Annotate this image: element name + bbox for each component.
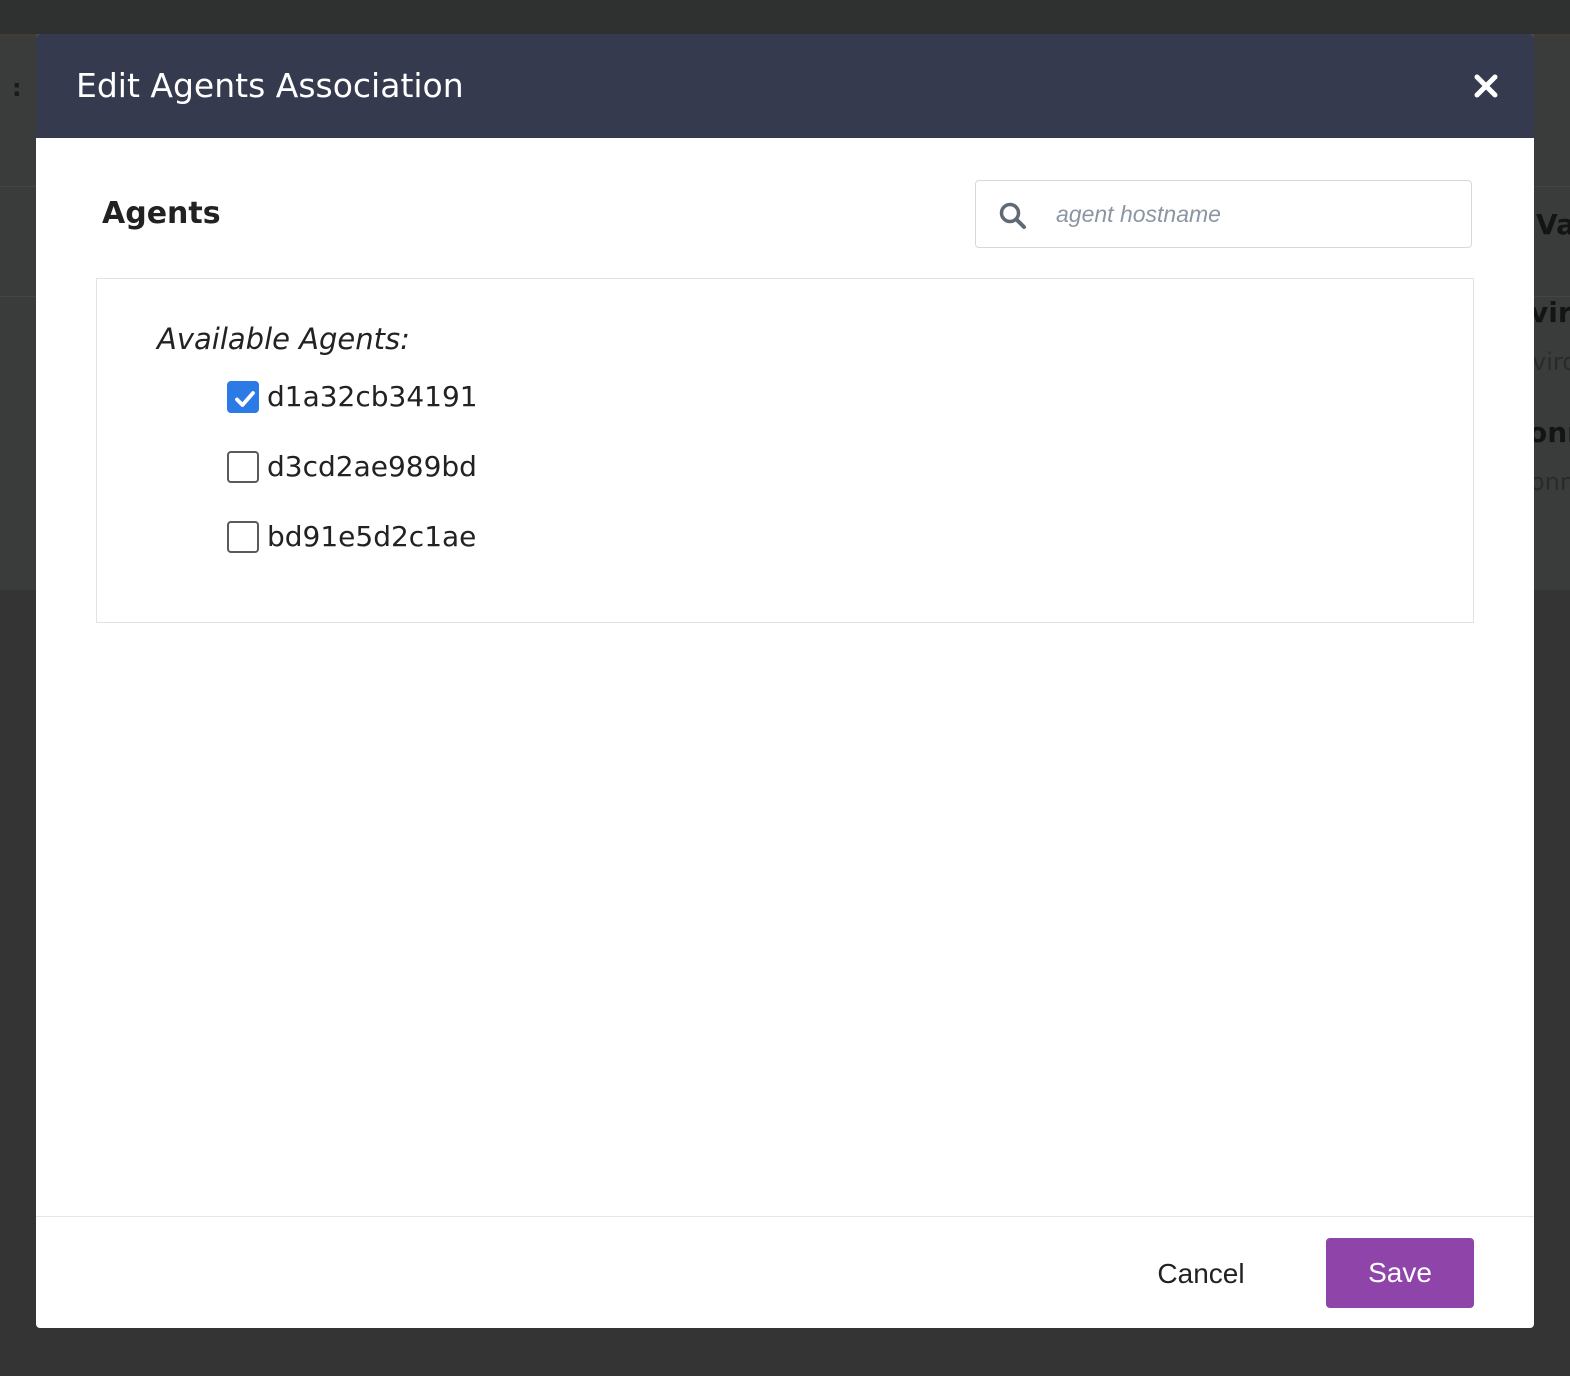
save-button[interactable]: Save [1326, 1238, 1474, 1308]
agent-label: bd91e5d2c1ae [267, 520, 477, 553]
available-agents-heading: Available Agents: [157, 322, 410, 356]
edit-agents-modal: Edit Agents Association Agents Available… [36, 34, 1534, 1328]
section-title: Agents [102, 196, 221, 231]
search-input[interactable] [1056, 193, 1456, 235]
background-text-fragment: viro [1530, 296, 1570, 329]
modal-header: Edit Agents Association [36, 34, 1534, 138]
background-text-fragment: onn [1528, 416, 1570, 449]
agent-label: d3cd2ae989bd [267, 450, 477, 483]
agent-label: d1a32cb34191 [267, 380, 478, 413]
agent-option[interactable]: d1a32cb34191 [227, 379, 478, 415]
cancel-button[interactable]: Cancel [1136, 1239, 1266, 1309]
agent-option[interactable]: bd91e5d2c1ae [227, 519, 476, 555]
background-text-fragment: viro [1532, 348, 1570, 376]
search-box[interactable] [975, 180, 1472, 248]
background-text-fragment: Va [1536, 208, 1570, 241]
modal-footer: Cancel Save [36, 1216, 1534, 1328]
modal-title: Edit Agents Association [76, 66, 464, 105]
background-top-bar [0, 0, 1570, 36]
background-colon: : [12, 74, 22, 102]
agents-list-box: Available Agents: d1a32cb34191 d3cd2ae98… [96, 278, 1474, 623]
search-icon [998, 201, 1028, 231]
agent-checkbox[interactable] [227, 521, 259, 553]
background-text-fragment: onn [1530, 468, 1570, 496]
close-icon[interactable] [1468, 68, 1504, 104]
agent-option[interactable]: d3cd2ae989bd [227, 449, 477, 485]
agent-checkbox[interactable] [227, 451, 259, 483]
agent-checkbox-checked[interactable] [227, 381, 259, 413]
